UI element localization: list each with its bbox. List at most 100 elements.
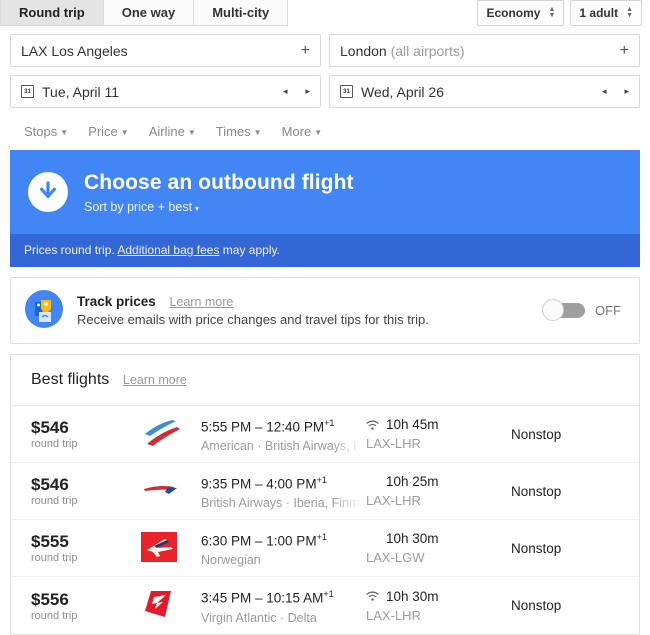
banner-main: Choose an outbound flight Sort by price … bbox=[10, 150, 640, 234]
depart-next-day-icon[interactable]: ▸ bbox=[305, 86, 310, 97]
cabin-class-value: Economy bbox=[486, 6, 541, 20]
flight-stops-cell: Nonstop bbox=[511, 484, 639, 499]
sort-selector[interactable]: Sort by price + best ▾ bbox=[84, 200, 354, 214]
airline-logo-cell bbox=[141, 477, 201, 506]
flight-search-page: Round trip One way Multi-city Economy ▲ ▼… bbox=[0, 0, 650, 635]
flight-times-text: 3:45 PM – 10:15 AM bbox=[201, 590, 324, 606]
airline-logo-cell bbox=[141, 418, 201, 451]
destination-note: (all airports) bbox=[390, 42, 465, 59]
origin-input[interactable]: LAX Los Angeles + bbox=[10, 34, 321, 67]
flight-times-text: 6:30 PM – 1:00 PM bbox=[201, 533, 317, 549]
selector-group: Economy ▲ ▼ 1 adult ▲ ▼ bbox=[477, 0, 650, 26]
flight-times-cell: 6:30 PM – 1:00 PM+1 Norwegian bbox=[201, 528, 366, 569]
price-tags-icon bbox=[25, 290, 63, 331]
add-origin-icon[interactable]: + bbox=[301, 42, 310, 59]
norwegian-logo bbox=[141, 531, 177, 565]
flight-price-subtitle: round trip bbox=[31, 552, 78, 564]
cabin-class-select[interactable]: Economy ▲ ▼ bbox=[477, 0, 565, 26]
additional-bag-fees-link[interactable]: Additional bag fees bbox=[117, 243, 219, 257]
return-date-input[interactable]: 31 Wed, April 26 ◂ ▸ bbox=[329, 75, 640, 108]
flight-route: LAX-LHR bbox=[366, 436, 421, 451]
toggle-knob bbox=[542, 299, 564, 321]
dates-row: 31 Tue, April 11 ◂ ▸ 31 Wed, April 26 ◂ … bbox=[10, 75, 640, 108]
flight-day-offset: +1 bbox=[324, 417, 335, 428]
flight-duration-line: 10h 25m bbox=[366, 473, 511, 491]
flight-price-cell: $556 round trip bbox=[31, 590, 141, 622]
chevron-down-icon: ▼ bbox=[60, 127, 69, 137]
tab-multi-city[interactable]: Multi-city bbox=[194, 0, 289, 26]
flight-price-subtitle: round trip bbox=[31, 495, 78, 507]
track-prices-toggle-group[interactable]: OFF bbox=[542, 299, 621, 321]
download-arrow-icon bbox=[28, 172, 68, 212]
filter-price[interactable]: Price ▼ bbox=[88, 124, 129, 139]
flight-duration: 10h 30m bbox=[386, 588, 439, 604]
return-next-day-icon[interactable]: ▸ bbox=[624, 86, 629, 97]
flight-price-cell: $546 round trip bbox=[31, 475, 141, 507]
flight-route: LAX-LHR bbox=[366, 493, 421, 508]
passengers-value: 1 adult bbox=[579, 6, 619, 20]
banner-text-block: Choose an outbound flight Sort by price … bbox=[84, 170, 354, 214]
trip-type-tabbar: Round trip One way Multi-city Economy ▲ ▼… bbox=[0, 0, 650, 26]
track-prices-card: Track prices Learn more Receive emails w… bbox=[10, 277, 640, 344]
return-date-value: Wed, April 26 bbox=[361, 83, 445, 100]
chevron-down-icon: ▼ bbox=[187, 127, 196, 137]
toggle-state-label: OFF bbox=[595, 303, 621, 318]
flight-price-cell: $546 round trip bbox=[31, 418, 141, 450]
text-fade-overlay bbox=[332, 431, 366, 450]
track-prices-title: Track prices bbox=[77, 294, 156, 309]
chevron-down-icon: ▼ bbox=[253, 127, 262, 137]
filter-airline[interactable]: Airline ▼ bbox=[149, 124, 196, 139]
calendar-icon: 31 bbox=[340, 85, 353, 98]
depart-date-value: Tue, April 11 bbox=[42, 83, 120, 100]
filter-stops[interactable]: Stops ▼ bbox=[24, 124, 68, 139]
wifi-icon bbox=[366, 420, 379, 431]
flight-row[interactable]: $546 round trip 9:35 PM – 4:00 PM+1 Brit… bbox=[11, 463, 639, 520]
flight-duration-cell: 10h 30m LAX-LHR bbox=[366, 588, 511, 624]
flight-times-text: 5:55 PM – 12:40 PM bbox=[201, 419, 325, 435]
flight-row[interactable]: $546 round trip 5:55 PM – 12:40 PM+1 Ame… bbox=[11, 406, 639, 463]
footnote-prefix: Prices round trip. bbox=[24, 243, 115, 257]
flight-times: 6:30 PM – 1:00 PM+1 bbox=[201, 528, 366, 551]
track-prices-description: Receive emails with price changes and tr… bbox=[77, 312, 429, 327]
add-destination-icon[interactable]: + bbox=[620, 42, 629, 59]
return-prev-day-icon[interactable]: ◂ bbox=[602, 86, 607, 97]
flight-stops: Nonstop bbox=[511, 426, 562, 442]
flight-day-offset: +1 bbox=[316, 531, 327, 542]
track-prices-text: Track prices Learn more Receive emails w… bbox=[77, 294, 545, 327]
flight-row[interactable]: $555 round trip 6:30 PM – 1:00 PM+1 Norw… bbox=[11, 520, 639, 577]
track-prices-toggle[interactable] bbox=[542, 299, 585, 321]
flight-price: $555 bbox=[31, 532, 69, 551]
flight-route: LAX-LGW bbox=[366, 550, 425, 565]
depart-date-input[interactable]: 31 Tue, April 11 ◂ ▸ bbox=[10, 75, 321, 108]
origin-destination-row: LAX Los Angeles + London (all airports) … bbox=[10, 34, 640, 67]
filter-more[interactable]: More ▼ bbox=[282, 124, 323, 139]
filter-times-label: Times bbox=[215, 123, 251, 139]
depart-prev-day-icon[interactable]: ◂ bbox=[283, 86, 288, 97]
flight-price-subtitle: round trip bbox=[31, 609, 78, 622]
flight-duration-cell: 10h 45m LAX-LHR bbox=[366, 416, 511, 452]
flight-day-offset: +1 bbox=[323, 589, 334, 600]
flight-times-text: 9:35 PM – 4:00 PM bbox=[201, 476, 317, 492]
tab-one-way[interactable]: One way bbox=[103, 0, 195, 26]
airline-logo-cell bbox=[141, 531, 201, 565]
filter-bar: Stops ▼ Price ▼ Airline ▼ Times ▼ More ▼ bbox=[24, 118, 640, 144]
flight-airlines: Virgin Atlantic · Delta bbox=[201, 610, 317, 625]
flight-stops-cell: Nonstop bbox=[511, 427, 639, 442]
track-prices-title-line: Track prices Learn more bbox=[77, 294, 545, 309]
passengers-select[interactable]: 1 adult ▲ ▼ bbox=[570, 0, 642, 26]
track-prices-learn-more-link[interactable]: Learn more bbox=[169, 295, 233, 309]
best-flights-learn-more-link[interactable]: Learn more bbox=[123, 373, 187, 387]
flight-stops: Nonstop bbox=[511, 483, 562, 499]
destination-input[interactable]: London (all airports) + bbox=[329, 34, 640, 67]
best-flights-header: Best flights Learn more bbox=[11, 355, 639, 406]
best-flights-card: Best flights Learn more $546 round trip … bbox=[10, 354, 640, 635]
filter-times[interactable]: Times ▼ bbox=[216, 124, 262, 139]
flight-duration-line: 10h 30m bbox=[366, 530, 511, 548]
filter-stops-label: Stops bbox=[24, 123, 58, 139]
flight-duration-line: 10h 30m bbox=[366, 588, 511, 606]
tab-round-trip[interactable]: Round trip bbox=[0, 0, 104, 26]
flight-stops: Nonstop bbox=[511, 540, 562, 556]
stepper-arrows-icon: ▲ ▼ bbox=[626, 6, 633, 19]
flight-row[interactable]: $556 round trip 3:45 PM – 10:15 AM+1 Vir… bbox=[11, 577, 639, 634]
flight-duration: 10h 45m bbox=[386, 417, 439, 432]
